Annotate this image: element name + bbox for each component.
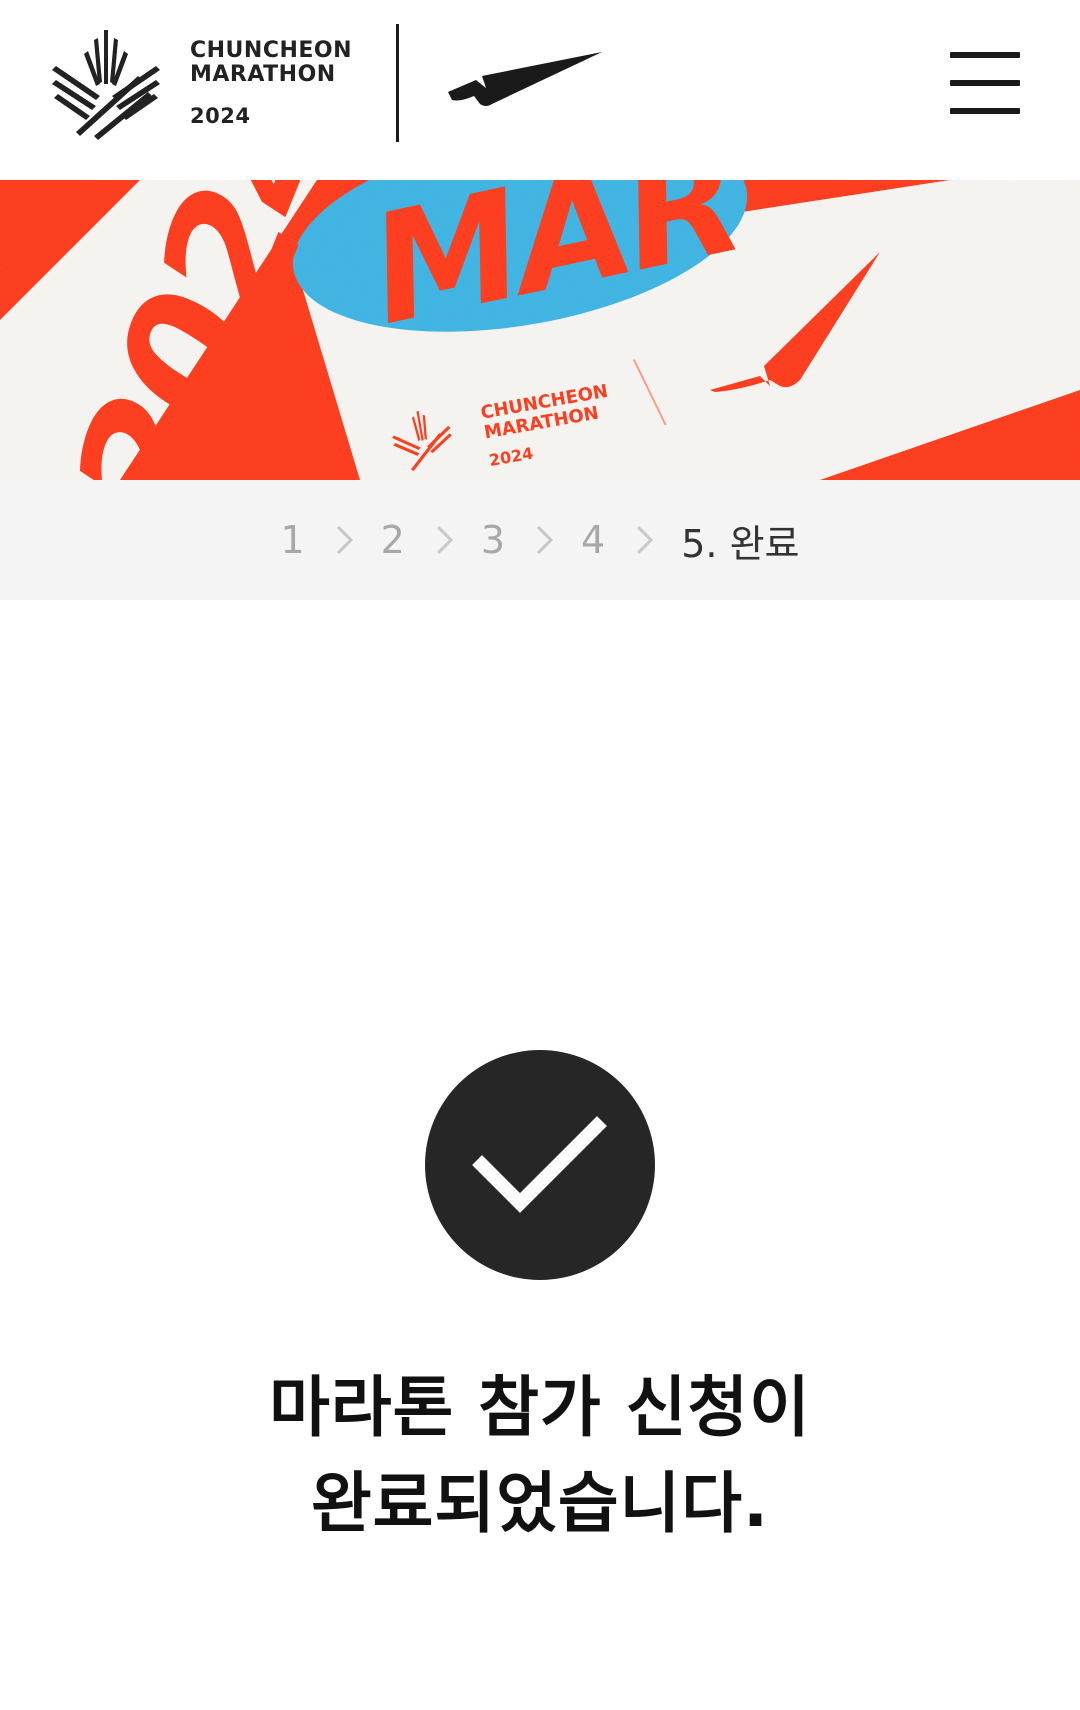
step-5-current: 5. 완료 <box>681 521 800 566</box>
site-header: CHUNCHEON MARATHON 2024 <box>0 0 1080 180</box>
chevron-right-icon <box>623 520 667 560</box>
check-icon <box>472 1116 607 1213</box>
completion-message-line-1: 마라톤 참가 신청이 <box>269 1369 811 1446</box>
completion-badge <box>425 1050 655 1280</box>
logo-line-1: CHUNCHEON <box>190 38 353 63</box>
step-1: 1 <box>280 518 305 562</box>
chuncheon-marathon-emblem-icon[interactable] <box>46 24 166 144</box>
header-divider <box>396 24 399 142</box>
step-4: 4 <box>581 518 606 562</box>
logo-line-2: MARATHON <box>190 62 336 87</box>
registration-steps: 1 2 3 4 5. 완료 <box>0 480 1080 600</box>
completion-message: 마라톤 참가 신청이 완료되었습니다. <box>0 1360 1080 1552</box>
chevron-right-icon <box>423 520 467 560</box>
hero-banner: MAR 2024 CHUNCHEON MARATHON 2024 <box>0 180 1080 480</box>
logo-year: 2024 <box>190 104 251 128</box>
chevron-right-icon <box>323 520 367 560</box>
step-3: 3 <box>480 518 506 562</box>
chevron-right-icon <box>523 520 567 560</box>
completion-message-line-2: 완료되었습니다. <box>310 1465 770 1542</box>
step-2: 2 <box>380 518 405 562</box>
event-logo-text[interactable]: CHUNCHEON MARATHON 2024 <box>190 40 352 127</box>
sponsor-swoosh-logo-icon <box>446 50 606 116</box>
menu-button[interactable] <box>950 48 1022 120</box>
banner-artwork: MAR 2024 CHUNCHEON MARATHON 2024 <box>0 180 1080 480</box>
